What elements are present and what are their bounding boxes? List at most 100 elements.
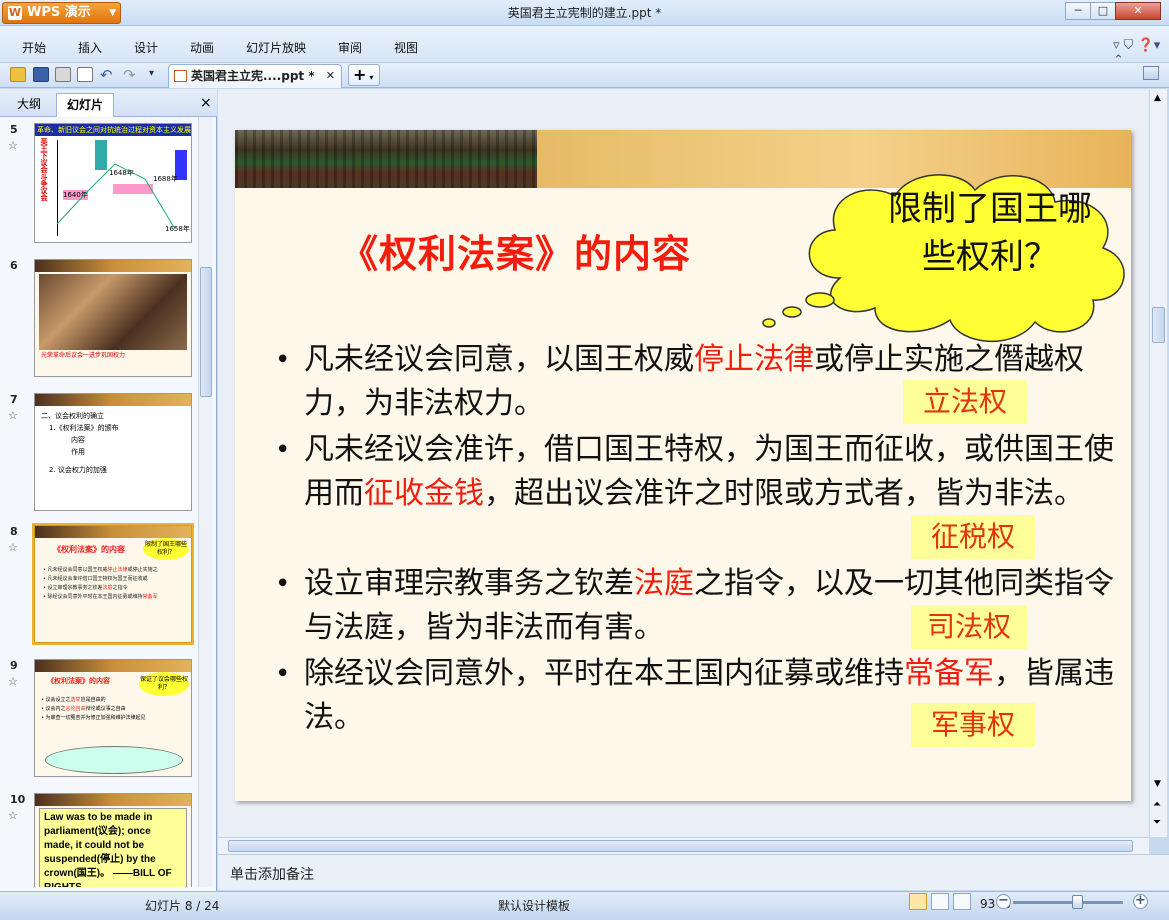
slide-thumbnail-9[interactable]: 《权利法案》的内容 保证了议会哪些权利？ • 议会设立之选举应是自由的 • 议会内… — [34, 659, 192, 777]
thumb-cloud: 限制了国王哪些权利？ — [143, 538, 189, 560]
thumb-number: 5 — [10, 123, 18, 136]
slide-sorter-view-icon[interactable] — [931, 893, 949, 910]
menu-review[interactable]: 审阅 — [338, 39, 362, 56]
slide-canvas[interactable]: 《权利法案》的内容 限制了国王哪些权利？ • 凡未经议会同意，以国王权威停止法律… — [235, 130, 1131, 801]
thumb-banner — [35, 260, 191, 272]
bullet-text: 凡未经议会准许，借口国王特权，为国王而征收，或供国王使用而征收金钱，超出议会准许… — [275, 428, 1115, 516]
thumb-outline: 二、议会权利的确立 1.《权利法案》的颁布 内容 作用 2. 议会权力的加强 — [35, 406, 191, 480]
thumb-number: 6 — [10, 259, 18, 272]
close-panel-icon[interactable]: × — [200, 95, 212, 111]
thumbnail-list: 5 ☆ 革命、新旧议会之间对抗统治过程对资本主义发展 英王下议会斗争议会 164… — [4, 117, 198, 887]
horizontal-scroll-thumb[interactable] — [228, 840, 1133, 852]
chevron-down-icon: ▾ — [369, 73, 374, 82]
app-name: WPS 演示 — [27, 5, 91, 20]
tag-military[interactable]: 军事权 — [911, 703, 1035, 747]
next-slide-icon[interactable]: ⏷ — [1153, 817, 1161, 828]
ppt-file-icon — [174, 70, 187, 82]
parliament-photo — [235, 130, 537, 188]
document-tab[interactable]: 英国君主立宪....ppt * ✕ — [168, 64, 342, 88]
animation-star-icon: ☆ — [8, 409, 18, 422]
slideshow-view-icon[interactable] — [953, 893, 971, 910]
zoom-slider-knob[interactable] — [1072, 895, 1083, 909]
slide-thumbnail-6[interactable]: 光荣革命后议会一进步巩固权力 — [34, 259, 192, 377]
cloud-question[interactable]: 限制了国王哪些权利？ — [875, 185, 1105, 281]
wps-app-menu-button[interactable]: W WPS 演示 ▼ — [2, 2, 121, 24]
close-tab-icon[interactable]: ✕ — [326, 65, 335, 87]
scroll-down-icon[interactable]: ▼ — [1154, 779, 1161, 789]
tag-judicial[interactable]: 司法权 — [911, 605, 1027, 649]
vertical-scroll-thumb[interactable] — [1152, 307, 1165, 343]
scroll-up-icon[interactable]: ▲ — [1154, 93, 1161, 103]
tab-outline[interactable]: 大纲 — [6, 93, 52, 117]
redo-icon[interactable]: ↷ — [123, 66, 136, 84]
maximize-button[interactable]: □ — [1090, 2, 1116, 20]
customize-toolbar-icon[interactable]: ▾ — [149, 68, 154, 79]
menu-home[interactable]: 开始 — [22, 39, 46, 56]
thumb-number: 7 — [10, 393, 18, 406]
bullet-highlight: 常备军 — [904, 656, 994, 691]
save-icon[interactable] — [33, 67, 49, 82]
slide-thumbnail-5[interactable]: 革命、新旧议会之间对抗统治过程对资本主义发展 英王下议会斗争议会 1648年 1… — [34, 123, 192, 243]
wps-logo-icon: W — [8, 6, 22, 20]
vertical-scrollbar[interactable]: ▲ ▼ ⏶ ⏷ — [1149, 89, 1167, 837]
slide-thumbnail-10[interactable]: Law was to be made in parliament(议会); on… — [34, 793, 192, 887]
menu-animation[interactable]: 动画 — [190, 39, 214, 56]
zoom-in-icon[interactable]: + — [1133, 894, 1148, 909]
slide-thumbnail-8[interactable]: 《权利法案》的内容 限制了国王哪些权利？ • 凡未经议会同意以国王权威停止法律或… — [32, 523, 194, 645]
bullet-text-plain: 设立审理宗教事务之钦差 — [304, 566, 634, 601]
panel-toggle-icon[interactable] — [1143, 66, 1159, 80]
bullet-text-plain: 除经议会同意外，平时在本王国内征募或维持 — [304, 656, 904, 691]
animation-star-icon: ☆ — [8, 809, 18, 822]
panel-scrollbar[interactable] — [198, 117, 212, 887]
normal-view-icon[interactable] — [909, 893, 927, 910]
print-preview-icon[interactable] — [77, 67, 93, 82]
bullet-highlight: 法庭 — [634, 566, 694, 601]
thumb-number: 9 — [10, 659, 18, 672]
tab-slides[interactable]: 幻灯片 — [56, 93, 114, 117]
design-template[interactable]: 默认设计模板 — [498, 897, 570, 914]
minimize-button[interactable]: ─ — [1065, 2, 1091, 20]
panel-scroll-thumb[interactable] — [200, 267, 212, 397]
zoom-out-icon[interactable]: − — [996, 894, 1011, 909]
print-icon[interactable] — [55, 67, 71, 82]
tag-legislative[interactable]: 立法权 — [903, 380, 1027, 424]
bullet-dot: • — [275, 435, 291, 465]
previous-slide-icon[interactable]: ⏶ — [1153, 799, 1161, 810]
bullet-text-plain: ，超出议会准许之时限或方式者，皆为非法。 — [484, 476, 1084, 511]
close-button[interactable]: ✕ — [1115, 2, 1161, 20]
thumb-bullets: • 议会设立之选举应是自由的 • 议会内之言论自由辩论或议事之自由 • 为审查一切冤… — [41, 697, 146, 721]
slide-counter: 幻灯片 8 / 24 — [145, 899, 220, 913]
menu-insert[interactable]: 插入 — [78, 39, 102, 56]
thumb-line: 内容 — [71, 436, 85, 444]
window-title: 英国君主立宪制的建立.ppt * — [507, 6, 662, 20]
undo-icon[interactable]: ↶ — [100, 66, 113, 84]
thumb-cloud-2 — [45, 746, 183, 774]
thumb-painting — [39, 274, 187, 350]
animation-star-icon: ☆ — [8, 675, 18, 688]
thumb-title: 《权利法案》的内容 — [47, 677, 110, 685]
menu-slideshow[interactable]: 幻灯片放映 — [246, 39, 306, 56]
menu-view[interactable]: 视图 — [394, 39, 418, 56]
thumb-title: 《权利法案》的内容 — [53, 545, 125, 554]
thumb-english-text: Law was to be made in parliament(议会); on… — [39, 808, 187, 887]
horizontal-scrollbar[interactable] — [218, 837, 1149, 854]
zoom-slider[interactable] — [1013, 901, 1123, 904]
slide-title[interactable]: 《权利法案》的内容 — [340, 223, 691, 278]
bullet-highlight: 停止法律 — [694, 342, 814, 377]
bullet-2[interactable]: • 凡未经议会准许，借口国王特权，为国王而征收，或供国王使用而征收金钱，超出议会… — [275, 428, 1115, 516]
notes-pane[interactable] — [218, 854, 1169, 890]
thumb-bullets: • 凡未经议会同意以国王权威停止法律或停止实施之 • 凡未经议会准许借口国王特权为… — [43, 567, 158, 600]
thumb-number: 10 — [10, 793, 26, 806]
thumb-banner — [35, 660, 191, 672]
tag-taxation[interactable]: 征税权 — [911, 515, 1035, 559]
thumb-line: 2. 议会权力的加强 — [49, 466, 107, 474]
notes-placeholder[interactable]: 单击添加备注 — [230, 864, 314, 884]
slide-thumbnail-7[interactable]: 二、议会权利的确立 1.《权利法案》的颁布 内容 作用 2. 议会权力的加强 — [34, 393, 192, 511]
open-folder-icon[interactable] — [10, 67, 26, 82]
bullet-highlight: 征收金钱 — [364, 476, 484, 511]
menu-design[interactable]: 设计 — [134, 39, 158, 56]
bullet-text-plain: 凡未经议会同意，以国王权威 — [304, 342, 694, 377]
new-tab-button[interactable]: + ▾ — [348, 64, 380, 86]
thumb-line: 二、议会权利的确立 — [41, 412, 104, 420]
animation-star-icon: ☆ — [8, 541, 18, 554]
